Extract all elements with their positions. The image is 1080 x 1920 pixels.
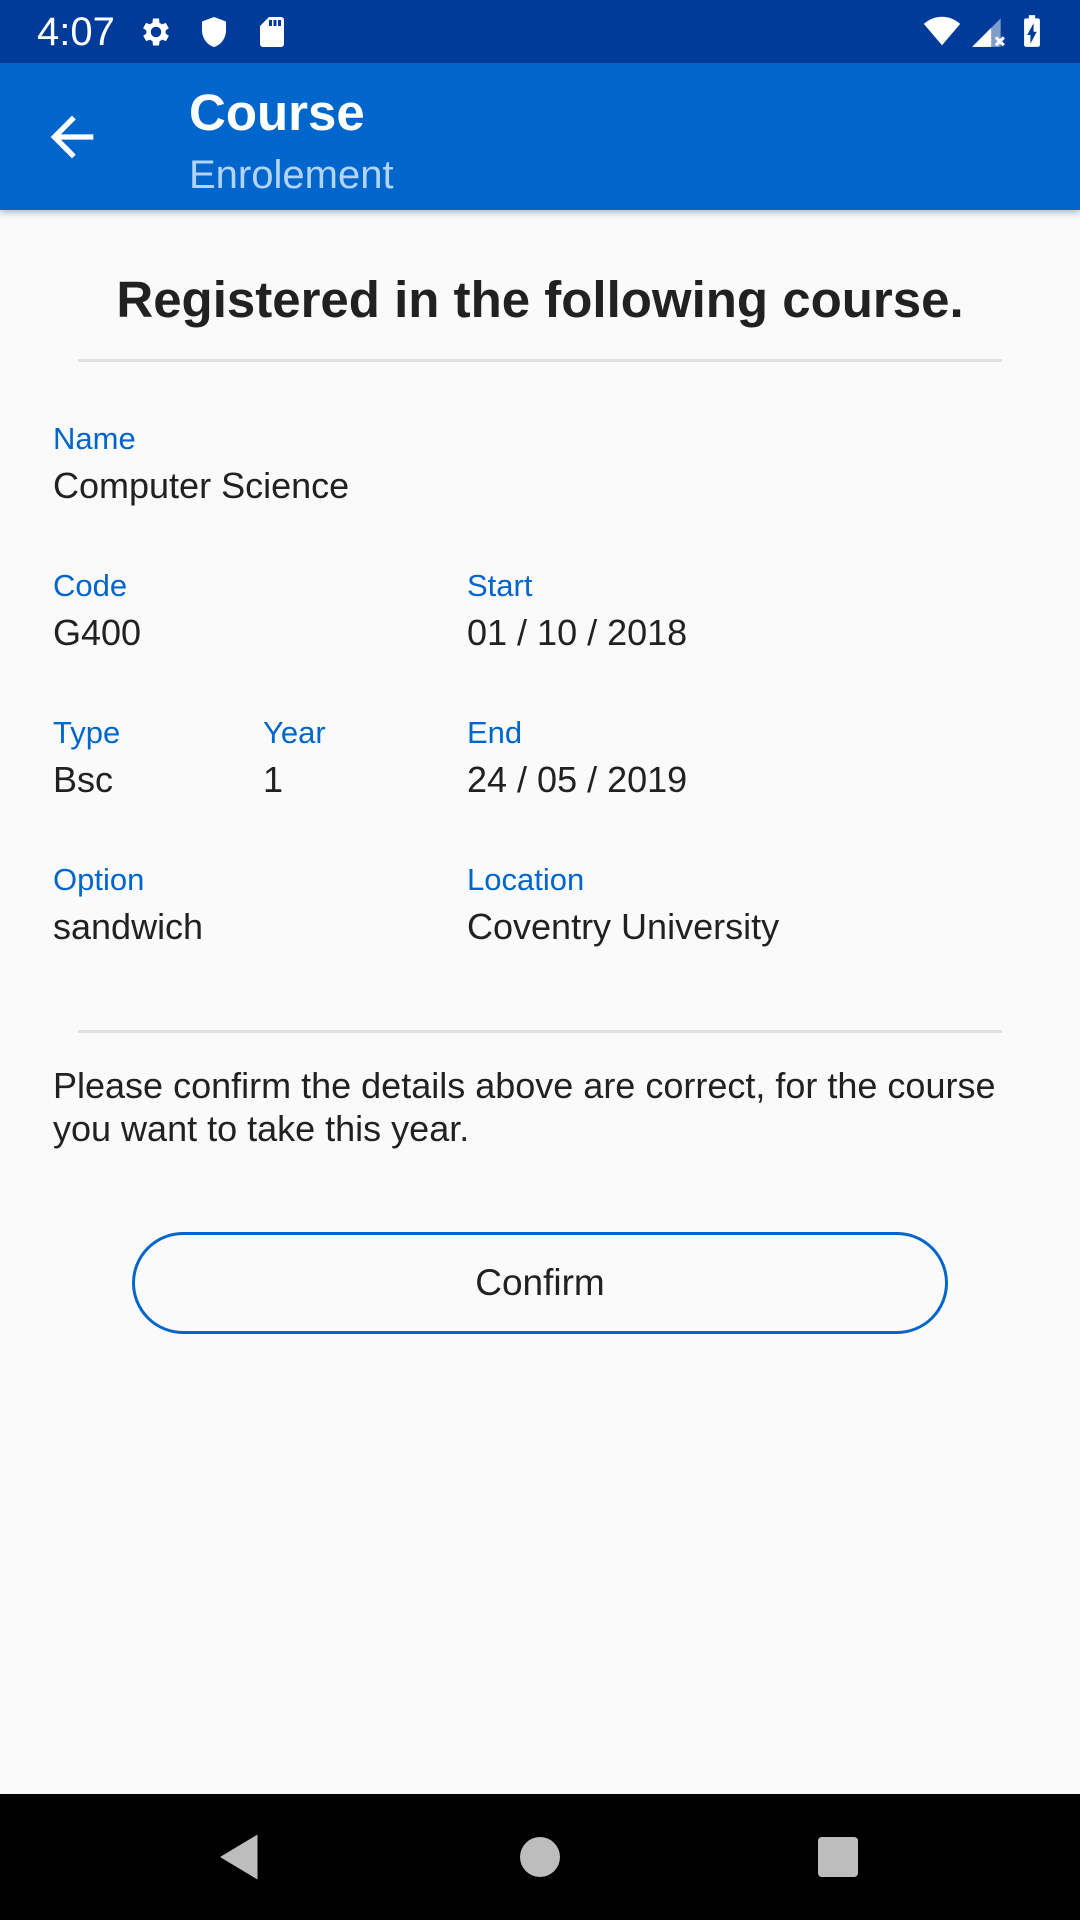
app-title: Course: [189, 84, 365, 141]
app-bar: Course Enrolement: [0, 63, 1080, 210]
type-label: Type: [53, 715, 121, 750]
wifi-icon: [923, 16, 961, 46]
option-label: Option: [53, 862, 145, 897]
year-value: 1: [263, 759, 284, 800]
confirm-button[interactable]: Confirm: [132, 1232, 948, 1334]
location-label: Location: [467, 862, 585, 897]
signal-icon: [972, 18, 1005, 47]
page-headline: Registered in the following course.: [116, 271, 964, 328]
back-triangle-icon[interactable]: [210, 1827, 270, 1887]
arrow-back-icon[interactable]: [40, 105, 104, 169]
location-value: Coventry University: [467, 906, 780, 947]
type-value: Bsc: [53, 759, 114, 800]
status-bar: 4:07: [0, 0, 1080, 63]
start-label: Start: [467, 568, 533, 603]
end-label: End: [467, 715, 523, 750]
status-time: 4:07: [37, 10, 115, 54]
app-subtitle: Enrolement: [189, 153, 394, 197]
code-value: G400: [53, 612, 142, 653]
confirm-message: Please confirm the details above are cor…: [53, 1065, 996, 1149]
start-value: 01 / 10 / 2018: [467, 612, 688, 653]
shield-icon: [202, 17, 226, 47]
option-value: sandwich: [53, 906, 204, 947]
end-value: 24 / 05 / 2019: [467, 759, 688, 800]
home-circle-icon[interactable]: [510, 1827, 570, 1887]
bottom-divider: [78, 1030, 1002, 1033]
gear-icon: [143, 18, 169, 46]
recents-square-icon[interactable]: [808, 1827, 868, 1887]
top-divider: [78, 359, 1002, 362]
battery-icon: [1024, 15, 1040, 47]
year-label: Year: [263, 715, 326, 750]
code-label: Code: [53, 568, 128, 603]
sd-card-icon: [260, 17, 284, 47]
name-value: Computer Science: [53, 465, 350, 506]
nav-bar: [0, 1794, 1080, 1920]
name-label: Name: [53, 421, 136, 456]
